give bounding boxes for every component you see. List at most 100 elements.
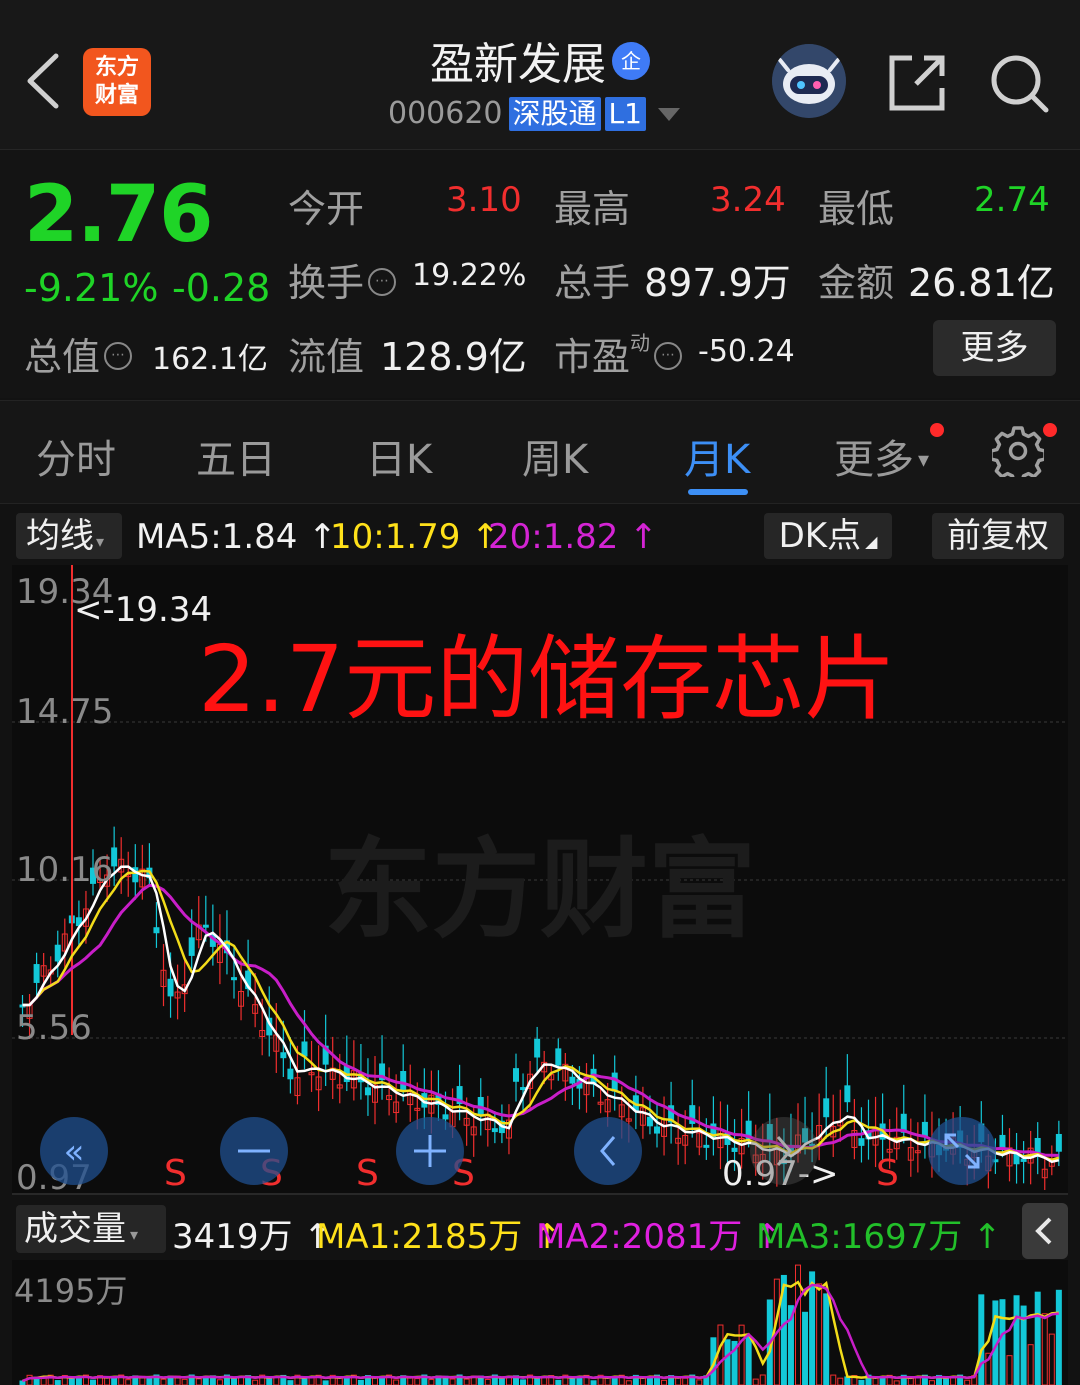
- volume-bar: [90, 1379, 96, 1385]
- volume-bar: [357, 1379, 364, 1385]
- volume-legend-row: 成交量 ▾ 3419万 ↑ MA1:2185万 ↑ MA2:2081万 ↑ MA3…: [0, 1197, 1080, 1259]
- volume-bar: [999, 1299, 1006, 1385]
- stock-code-line[interactable]: 000620 深股通 L1: [388, 96, 680, 131]
- scroll-left-button[interactable]: «: [40, 1117, 108, 1185]
- vol-ma2-value: MA2:2081万: [536, 1217, 743, 1257]
- stock-code: 000620: [388, 96, 503, 131]
- sell-signal: S: [164, 1153, 187, 1194]
- tab-intraday[interactable]: 分时: [36, 427, 116, 485]
- volume-bar: [231, 1377, 237, 1385]
- volume-selector-label: 成交量: [24, 1209, 126, 1249]
- mktcap-label[interactable]: 总值 ⋯: [24, 326, 136, 381]
- tab-five-day[interactable]: 五日: [196, 427, 276, 485]
- y-tick: 14.75: [16, 692, 113, 732]
- quote-panel: 2.76 -9.21% -0.28 今开 3.10 最高 3.24 最低 2.7…: [0, 150, 1080, 398]
- zoom-out-button[interactable]: [220, 1117, 288, 1185]
- pe-label[interactable]: 市盈动 ⋯: [554, 326, 686, 381]
- arrow-up-icon: ↑: [962, 1217, 1002, 1257]
- overlay-headline: 2.7元的储存芯片: [198, 626, 896, 733]
- turnover-value: 19.22%: [412, 258, 527, 293]
- vol-ma1-value: MA1:2185万: [316, 1217, 523, 1257]
- info-icon: ⋯: [654, 341, 683, 370]
- notification-dot: [1043, 423, 1057, 437]
- volume-y-top: 4195万: [14, 1272, 127, 1310]
- candle-body: [153, 927, 160, 934]
- volume-label: 总手: [554, 261, 631, 305]
- turnover-label[interactable]: 换手 ⋯: [288, 252, 400, 307]
- tab-more[interactable]: 更多 ▾: [834, 427, 929, 485]
- candle-body: [33, 964, 40, 983]
- ma-legend-row: 均线 ▾ MA5:1.84 ↑ 10:1.79 ↑ 20:1.82 ↑ DK点 ◢ …: [0, 505, 1080, 565]
- kline-chart[interactable]: 东方财富 19.34 14.75 10.16 5.56 0.97 <-19.34…: [12, 565, 1068, 1195]
- settings-gear-icon[interactable]: [989, 425, 1047, 484]
- float-value: 128.9亿: [380, 335, 527, 379]
- volume-bar: [146, 1378, 153, 1385]
- enterprise-badge: 企: [612, 42, 650, 80]
- tab-daily-k[interactable]: 日K: [366, 427, 432, 485]
- candle-body: [301, 1041, 308, 1057]
- sell-signal: S: [876, 1153, 899, 1194]
- tab-weekly-k[interactable]: 周K: [522, 427, 588, 485]
- candle-body: [188, 937, 195, 956]
- float-label: 流值: [288, 335, 365, 379]
- candle-body: [54, 944, 61, 962]
- max-price-marker: <-19.34: [74, 590, 212, 630]
- share-icon[interactable]: [886, 52, 948, 114]
- more-quote-button[interactable]: 更多: [933, 320, 1056, 376]
- scroll-forward-button[interactable]: [750, 1117, 818, 1185]
- collapse-panel-button[interactable]: [1022, 1203, 1068, 1259]
- volume-bar: [611, 1377, 618, 1385]
- tab-more-label: 更多: [834, 437, 914, 483]
- volume-bar: [555, 1379, 562, 1385]
- indicator-selector-label: 均线: [26, 516, 94, 556]
- candle-body: [1055, 1133, 1062, 1152]
- info-icon: ⋯: [368, 267, 397, 296]
- open-value: 3.10: [446, 180, 522, 220]
- ma20-value: 20:1.82: [488, 517, 619, 557]
- dk-point-button[interactable]: DK点 ◢: [764, 513, 892, 559]
- tab-monthly-k[interactable]: 月K: [684, 427, 750, 485]
- candle-body: [442, 1114, 449, 1120]
- chevron-left-icon: [1035, 1217, 1052, 1245]
- volume-bar: [809, 1271, 816, 1385]
- low-value: 2.74: [974, 180, 1050, 220]
- tag-sz-connect: 深股通: [508, 97, 601, 131]
- volume-bar: [1013, 1295, 1020, 1385]
- volume-indicator-selector[interactable]: 成交量 ▾: [16, 1205, 166, 1253]
- zoom-in-button[interactable]: [396, 1117, 464, 1185]
- candle-body: [646, 1116, 653, 1127]
- volume-bar: [287, 1380, 294, 1385]
- y-tick: 10.16: [16, 850, 113, 890]
- volume-chart[interactable]: 4195万: [12, 1260, 1068, 1385]
- high-label: 最高: [554, 187, 631, 231]
- active-tab-indicator: [688, 489, 748, 495]
- volume-value: 897.9万: [644, 261, 791, 305]
- turnover-label-text: 换手: [288, 261, 365, 305]
- fullscreen-button[interactable]: [928, 1117, 996, 1185]
- scroll-back-button[interactable]: [574, 1117, 642, 1185]
- vol-ma2-legend: MA2:2081万 ↑: [536, 1209, 782, 1258]
- search-icon[interactable]: [988, 52, 1050, 114]
- vol-ma1-legend: MA1:2185万 ↑: [316, 1209, 562, 1258]
- volume-bar: [724, 1339, 731, 1385]
- caret-down-icon: ▾: [130, 1225, 139, 1244]
- volume-bar: [823, 1293, 830, 1385]
- volume-bar: [590, 1380, 597, 1385]
- robot-assistant-icon[interactable]: [772, 44, 846, 118]
- mktcap-value: 162.1亿: [152, 342, 268, 377]
- volume-bar: [322, 1380, 329, 1385]
- indicator-selector[interactable]: 均线 ▾: [16, 513, 122, 559]
- volume-bar: [75, 1377, 82, 1385]
- candle-body: [999, 1134, 1006, 1149]
- adjust-mode-button[interactable]: 前复权: [932, 513, 1064, 559]
- volume-bar: [1034, 1291, 1041, 1385]
- low-label: 最低: [818, 187, 895, 231]
- caret-down-icon: ▾: [918, 448, 930, 473]
- candle-body: [921, 1121, 928, 1138]
- candle-body: [202, 924, 209, 928]
- volume-bar: [858, 1379, 865, 1385]
- candle-body: [280, 1052, 287, 1059]
- candle-body: [823, 1098, 830, 1118]
- volume-bar: [54, 1380, 61, 1385]
- corner-triangle-icon: ◢: [865, 532, 878, 551]
